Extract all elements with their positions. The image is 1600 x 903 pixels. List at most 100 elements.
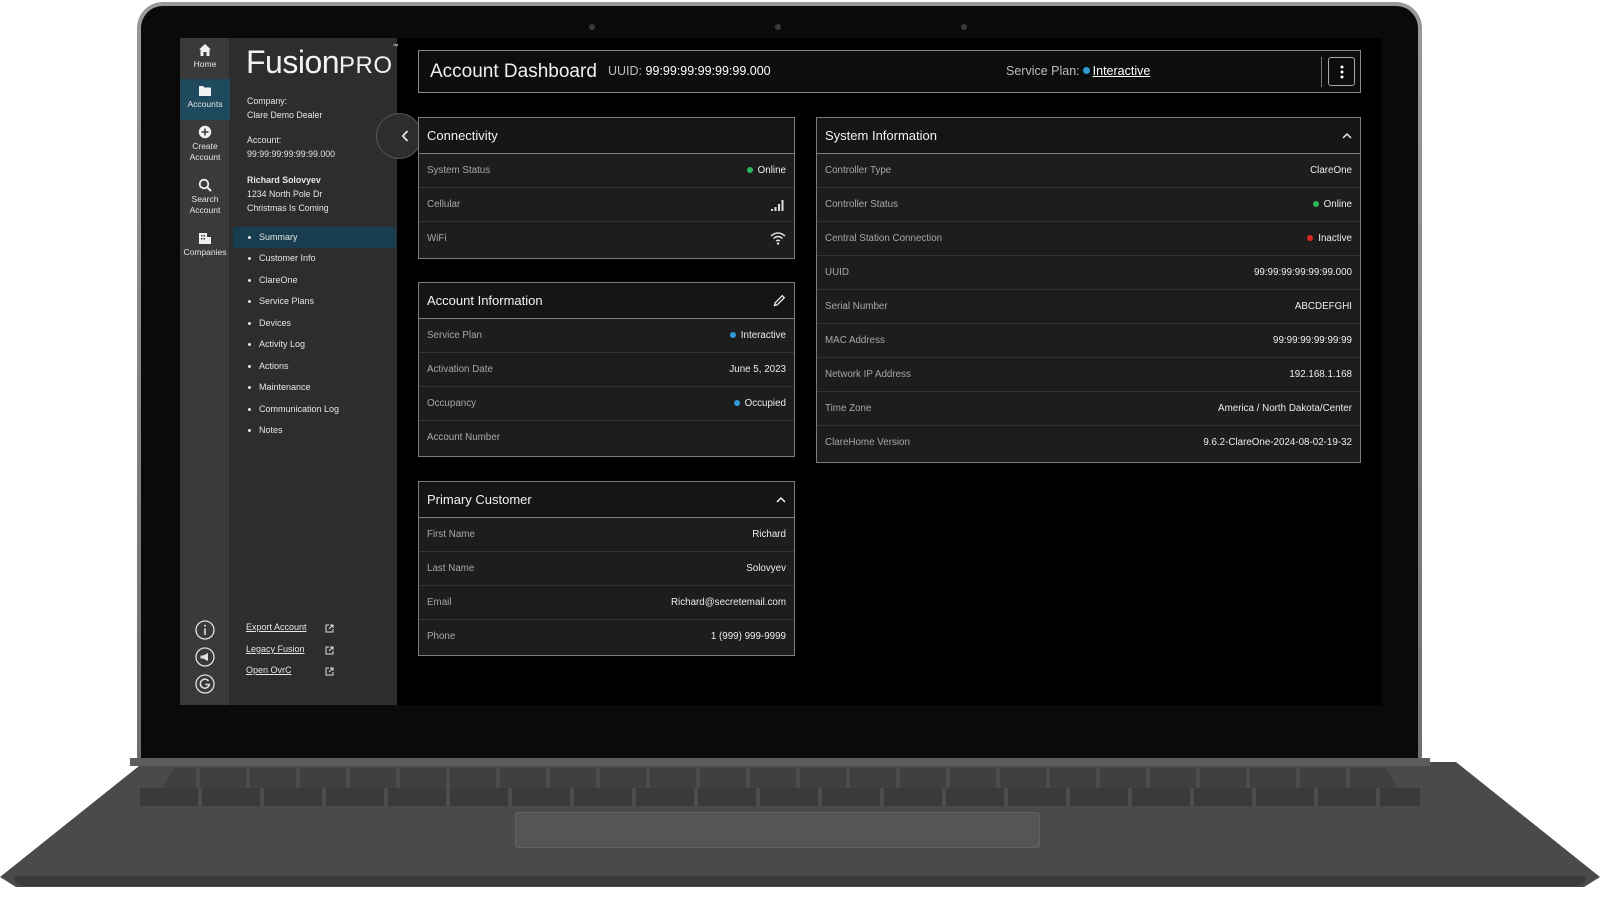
row-label: Network IP Address xyxy=(825,369,911,380)
laptop-base-edge xyxy=(14,876,1586,886)
row-activation-date: Activation Date June 5, 2023 xyxy=(419,353,794,387)
row-phone: Phone 1 (999) 999-9999 xyxy=(419,620,794,654)
row-time-zone: Time Zone America / North Dakota/Center xyxy=(817,392,1360,426)
card-title: Account Information xyxy=(419,283,794,319)
row-label: Service Plan xyxy=(427,330,482,341)
company-info: Company: Clare Demo Dealer xyxy=(247,94,322,122)
system-information-card: System Information Controller Type Clare… xyxy=(816,117,1361,463)
chevron-up-icon[interactable] xyxy=(1342,132,1352,139)
row-label: Last Name xyxy=(427,563,475,574)
row-value: 192.168.1.168 xyxy=(1289,369,1352,380)
g-logo-icon[interactable] xyxy=(194,673,216,695)
value-text: Interactive xyxy=(740,330,786,341)
row-system-status: System Status Online xyxy=(419,154,794,188)
nav-clareone[interactable]: ClareOne xyxy=(233,270,396,291)
rail-item-companies[interactable]: Companies xyxy=(180,231,230,263)
row-wifi: WiFi xyxy=(419,222,794,256)
customer-name: Richard Solovyev xyxy=(247,175,321,185)
address-line-2: Christmas Is Coming xyxy=(247,203,329,213)
external-link-icon[interactable] xyxy=(325,624,334,633)
row-label: Email xyxy=(427,597,452,608)
plan-label: Service Plan: xyxy=(1006,64,1080,78)
fusion-pro-logo: FusionPRO ™ xyxy=(246,44,399,81)
signal-bars-icon xyxy=(771,200,784,211)
rail-item-accounts[interactable]: Accounts xyxy=(180,79,230,120)
card-title: Primary Customer xyxy=(419,482,794,518)
nav-notes[interactable]: Notes xyxy=(233,420,396,441)
header-service-plan: Service Plan: Interactive xyxy=(1006,64,1150,78)
card-title: System Information xyxy=(817,118,1360,154)
rail-label-search-1: Search xyxy=(191,194,219,204)
row-label: WiFi xyxy=(427,233,447,244)
row-occupancy: Occupancy Occupied xyxy=(419,387,794,421)
row-account-number: Account Number xyxy=(419,421,794,455)
rail-label-companies: Companies xyxy=(183,247,227,257)
plan-status-dot xyxy=(1082,67,1090,74)
companies-icon xyxy=(199,233,211,244)
account-panel: FusionPRO ™ Company: Clare Demo Dealer Ac… xyxy=(230,38,399,705)
trackpad xyxy=(515,812,1040,848)
external-link-icon[interactable] xyxy=(325,667,334,676)
nav-customer-info[interactable]: Customer Info xyxy=(233,248,396,269)
kebab-menu-icon xyxy=(1340,65,1343,78)
logo-text-pro: PRO xyxy=(339,52,393,79)
more-options-button[interactable] xyxy=(1328,57,1355,86)
uuid-label: UUID: xyxy=(608,64,643,78)
export-account-link[interactable]: Export Account xyxy=(246,622,307,632)
header-uuid: UUID: 99:99:99:99:99:99.000 xyxy=(608,64,771,78)
status-dot-info xyxy=(729,332,736,338)
sensor-dot xyxy=(961,24,967,30)
row-label: System Status xyxy=(427,165,491,176)
rail-item-create-account[interactable]: Create Account xyxy=(180,125,230,171)
icon-rail: Home Accounts Create Account Search Acco… xyxy=(180,38,230,705)
row-label: Phone xyxy=(427,631,456,642)
row-value: Richard@secretemail.com xyxy=(670,597,786,608)
nav-communication-log[interactable]: Communication Log xyxy=(233,399,396,420)
row-value: June 5, 2023 xyxy=(729,364,786,375)
row-label: ClareHome Version xyxy=(825,437,910,448)
chevron-up-icon[interactable] xyxy=(776,496,786,503)
nav-service-plans[interactable]: Service Plans xyxy=(233,291,396,312)
row-value: Online xyxy=(746,165,786,176)
open-ovrc-link[interactable]: Open OvrC xyxy=(246,665,292,675)
nav-activity-log[interactable]: Activity Log xyxy=(233,334,396,355)
info-icon[interactable] xyxy=(194,619,216,641)
wifi-icon xyxy=(770,232,786,245)
row-label: Controller Status xyxy=(825,199,898,210)
row-label: Activation Date xyxy=(427,364,493,375)
sensor-dot xyxy=(589,24,595,30)
row-value: Richard xyxy=(752,529,786,540)
row-label: MAC Address xyxy=(825,335,885,346)
plan-link[interactable]: Interactive xyxy=(1093,64,1151,78)
nav-summary[interactable]: Summary xyxy=(233,227,396,248)
row-value: 9.6.2-ClareOne-2024-08-02-19-32 xyxy=(1203,437,1352,448)
row-uuid: UUID 99:99:99:99:99:99.000 xyxy=(817,256,1360,290)
megaphone-icon[interactable] xyxy=(194,646,216,668)
external-link-icon[interactable] xyxy=(325,646,334,655)
nav-devices[interactable]: Devices xyxy=(233,313,396,334)
row-email: Email Richard@secretemail.com xyxy=(419,586,794,620)
row-cellular: Cellular xyxy=(419,188,794,222)
row-label: Central Station Connection xyxy=(825,233,943,244)
row-value: America / North Dakota/Center xyxy=(1218,403,1352,414)
customer-info: Richard Solovyev 1234 North Pole Dr Chri… xyxy=(247,173,329,215)
card-title-text: System Information xyxy=(825,128,937,143)
legacy-fusion-link[interactable]: Legacy Fusion xyxy=(246,644,305,654)
row-clarehome-version: ClareHome Version 9.6.2-ClareOne-2024-08… xyxy=(817,426,1360,460)
row-value: ABCDEFGHI xyxy=(1294,301,1352,312)
card-title-text: Primary Customer xyxy=(427,492,532,507)
row-central-station: Central Station Connection Inactive xyxy=(817,222,1360,256)
nav-actions[interactable]: Actions xyxy=(233,356,396,377)
rail-item-home[interactable]: Home xyxy=(180,41,230,79)
row-value: Inactive xyxy=(1307,233,1352,244)
rail-label-accounts: Accounts xyxy=(187,99,223,109)
value-text: Occupied xyxy=(744,398,786,409)
collapse-panel-button[interactable] xyxy=(376,113,422,159)
row-value: 99:99:99:99:99:99 xyxy=(1273,335,1352,346)
nav-maintenance[interactable]: Maintenance xyxy=(233,377,396,398)
edit-pencil-icon[interactable] xyxy=(773,294,786,307)
rail-item-search-account[interactable]: Search Account xyxy=(180,178,230,224)
row-serial-number: Serial Number ABCDEFGHI xyxy=(817,290,1360,324)
row-value: Solovyev xyxy=(746,563,786,574)
row-label: Occupancy xyxy=(427,398,477,409)
